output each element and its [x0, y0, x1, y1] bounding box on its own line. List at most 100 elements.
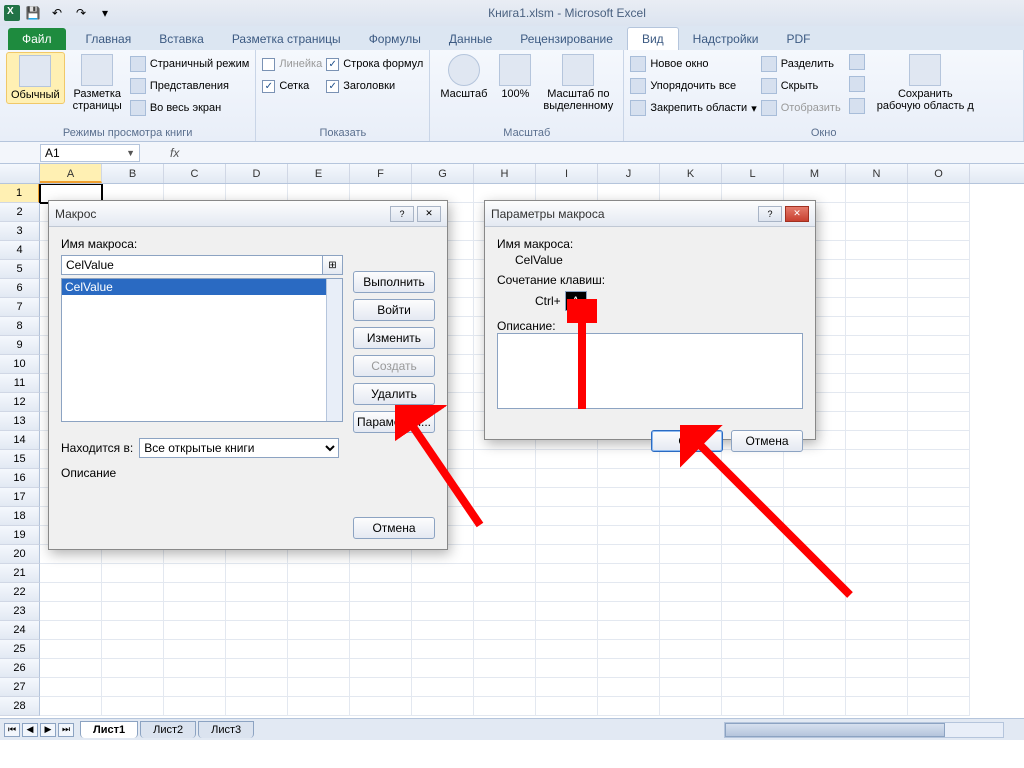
cell[interactable]	[908, 507, 970, 526]
row-header[interactable]: 26	[0, 659, 40, 678]
cell[interactable]	[102, 659, 164, 678]
row-header[interactable]: 7	[0, 298, 40, 317]
cell[interactable]	[908, 602, 970, 621]
cell[interactable]	[908, 203, 970, 222]
cell[interactable]	[536, 659, 598, 678]
cell[interactable]	[908, 260, 970, 279]
cell[interactable]	[40, 583, 102, 602]
tab-view[interactable]: Вид	[627, 27, 679, 50]
cell[interactable]	[846, 222, 908, 241]
edit-button[interactable]: Изменить	[353, 327, 435, 349]
cell[interactable]	[660, 640, 722, 659]
zoom-selection-button[interactable]: Масштаб по выделенному	[539, 52, 617, 114]
cell[interactable]	[722, 697, 784, 716]
cell[interactable]	[536, 583, 598, 602]
cell[interactable]	[288, 659, 350, 678]
cell[interactable]	[288, 640, 350, 659]
cell[interactable]	[40, 659, 102, 678]
cell[interactable]	[412, 621, 474, 640]
cell[interactable]	[598, 545, 660, 564]
hide-button[interactable]: Скрыть	[761, 76, 841, 96]
cell[interactable]	[40, 697, 102, 716]
cell[interactable]	[784, 564, 846, 583]
cell[interactable]	[288, 697, 350, 716]
cell[interactable]	[722, 583, 784, 602]
macro-close-button[interactable]: ✕	[417, 206, 441, 222]
horizontal-scrollbar[interactable]	[724, 722, 1004, 738]
cell[interactable]	[846, 488, 908, 507]
cell[interactable]	[846, 678, 908, 697]
cell[interactable]	[908, 450, 970, 469]
qat-undo-icon[interactable]: ↶	[48, 4, 66, 22]
row-header[interactable]: 3	[0, 222, 40, 241]
cell[interactable]	[536, 621, 598, 640]
cell[interactable]	[226, 583, 288, 602]
cell[interactable]	[660, 507, 722, 526]
cell[interactable]	[474, 640, 536, 659]
cell[interactable]	[164, 621, 226, 640]
cell[interactable]	[722, 526, 784, 545]
cell[interactable]	[846, 640, 908, 659]
cell[interactable]	[474, 621, 536, 640]
cell[interactable]	[908, 583, 970, 602]
cell[interactable]	[722, 621, 784, 640]
column-header[interactable]: F	[350, 164, 412, 183]
cell[interactable]	[908, 545, 970, 564]
cell[interactable]	[908, 659, 970, 678]
cell[interactable]	[40, 678, 102, 697]
row-header[interactable]: 2	[0, 203, 40, 222]
sheet-nav-first[interactable]: ⏮	[4, 723, 20, 737]
column-header[interactable]: L	[722, 164, 784, 183]
cell[interactable]	[908, 412, 970, 431]
full-screen-button[interactable]: Во весь экран	[130, 98, 250, 118]
cell[interactable]	[722, 659, 784, 678]
row-header[interactable]: 5	[0, 260, 40, 279]
row-header[interactable]: 18	[0, 507, 40, 526]
cell[interactable]	[164, 602, 226, 621]
cell[interactable]	[226, 640, 288, 659]
cell[interactable]	[660, 678, 722, 697]
zoom-button[interactable]: Масштаб	[436, 52, 491, 102]
macro-reference-icon[interactable]: ⊞	[323, 255, 343, 275]
cell[interactable]	[846, 602, 908, 621]
cell[interactable]	[784, 469, 846, 488]
options-button[interactable]: Параметры...	[353, 411, 435, 433]
cell[interactable]	[474, 469, 536, 488]
column-header[interactable]: D	[226, 164, 288, 183]
row-header[interactable]: 10	[0, 355, 40, 374]
row-header[interactable]: 9	[0, 336, 40, 355]
cell[interactable]	[846, 564, 908, 583]
cell[interactable]	[784, 602, 846, 621]
cell[interactable]	[908, 184, 970, 203]
column-header[interactable]: I	[536, 164, 598, 183]
macro-help-button[interactable]: ?	[390, 206, 414, 222]
name-box[interactable]: A1▼	[40, 144, 140, 162]
cell[interactable]	[226, 564, 288, 583]
cell[interactable]	[474, 488, 536, 507]
cell[interactable]	[908, 241, 970, 260]
arrange-all-button[interactable]: Упорядочить все	[630, 76, 756, 96]
cell[interactable]	[102, 697, 164, 716]
cell[interactable]	[226, 602, 288, 621]
macro-cancel-button[interactable]: Отмена	[353, 517, 435, 539]
window-side-3[interactable]	[849, 96, 865, 116]
cell[interactable]	[102, 678, 164, 697]
cell[interactable]	[722, 469, 784, 488]
cell[interactable]	[350, 583, 412, 602]
cell[interactable]	[226, 697, 288, 716]
page-break-button[interactable]: Страничный режим	[130, 54, 250, 74]
cell[interactable]	[536, 564, 598, 583]
row-header[interactable]: 24	[0, 621, 40, 640]
row-header[interactable]: 11	[0, 374, 40, 393]
cell[interactable]	[474, 507, 536, 526]
cell[interactable]	[102, 583, 164, 602]
cell[interactable]	[908, 222, 970, 241]
column-header[interactable]: K	[660, 164, 722, 183]
split-button[interactable]: Разделить	[761, 54, 841, 74]
cell[interactable]	[846, 260, 908, 279]
zoom-100-button[interactable]: 100%	[495, 52, 535, 102]
step-button[interactable]: Войти	[353, 299, 435, 321]
cell[interactable]	[660, 583, 722, 602]
cell[interactable]	[784, 678, 846, 697]
cell[interactable]	[846, 469, 908, 488]
